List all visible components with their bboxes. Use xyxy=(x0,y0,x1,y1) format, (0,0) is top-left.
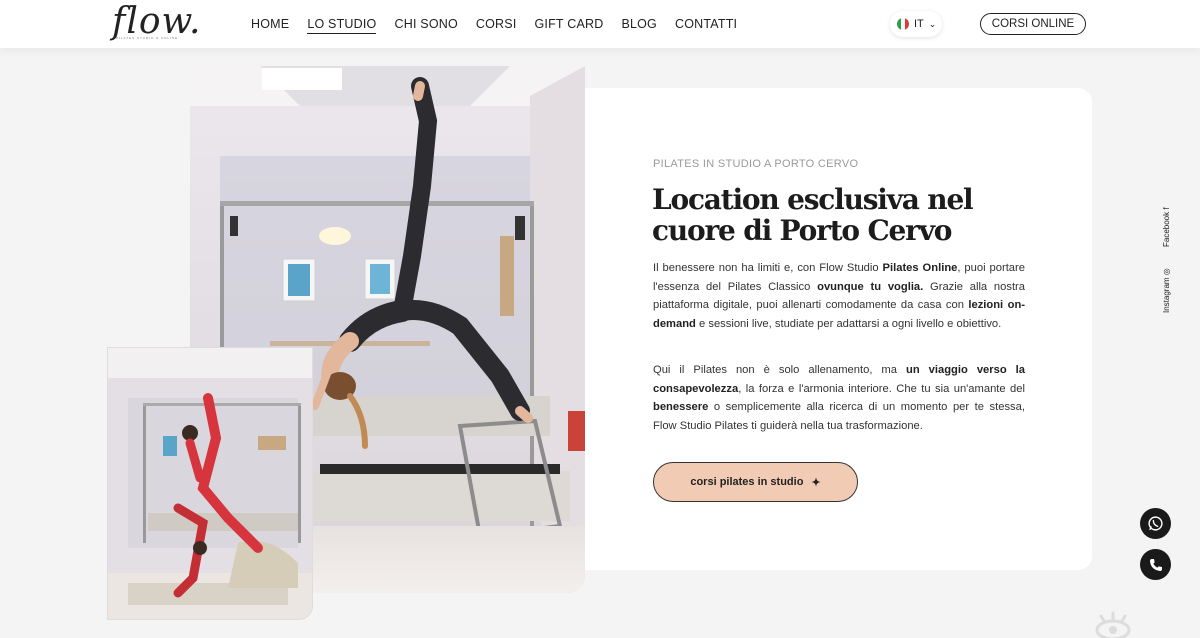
facebook-link[interactable]: Facebook f xyxy=(1162,207,1171,247)
phone-icon xyxy=(1149,558,1162,571)
facebook-icon: f xyxy=(1162,207,1171,210)
nav-home[interactable]: HOME xyxy=(251,15,289,34)
logo-tagline: PILATES STUDIO & ONLINE xyxy=(116,36,179,40)
chevron-down-icon: ⌄ xyxy=(928,18,937,29)
bold-text: Pilates Online xyxy=(882,262,958,274)
section-title: Location esclusiva nel cuore di Porto Ce… xyxy=(652,183,974,247)
language-label: IT xyxy=(914,18,924,30)
main-nav: HOME LO STUDIO CHI SONO CORSI GIFT CARD … xyxy=(251,15,737,34)
text-run: Qui il Pilates non è solo allenamento, m… xyxy=(653,364,906,376)
nav-blog[interactable]: BLOG xyxy=(621,15,657,34)
instagram-label: Instagram xyxy=(1162,277,1171,313)
phone-button[interactable] xyxy=(1140,549,1171,580)
nav-chi-sono[interactable]: CHI SONO xyxy=(394,15,457,34)
philosophy-paragraph: Qui il Pilates non è solo allenamento, m… xyxy=(653,361,1025,435)
site-header: flow. PILATES STUDIO & ONLINE HOME LO ST… xyxy=(0,0,1200,48)
facebook-label: Facebook xyxy=(1162,211,1171,247)
sparkle-icon: ✦ xyxy=(811,476,821,489)
instagram-icon: ◎ xyxy=(1162,268,1171,276)
text-run: o semplicemente alla ricerca di un momen… xyxy=(653,401,1025,432)
nav-gift-card[interactable]: GIFT CARD xyxy=(535,15,604,34)
section-eyebrow: PILATES IN STUDIO A PORTO CERVO xyxy=(653,158,859,170)
bold-text: ovunque tu voglia. xyxy=(817,280,924,293)
corsi-online-button[interactable]: CORSI ONLINE xyxy=(980,13,1086,35)
nav-lo-studio[interactable]: LO STUDIO xyxy=(307,15,377,34)
whatsapp-button[interactable] xyxy=(1140,508,1171,539)
pilates-duo-illustration xyxy=(108,348,312,619)
text-run: e sessioni live, studiate per adattarsi … xyxy=(695,317,1002,330)
text-run: Il benessere non ha limiti e, con Flow S… xyxy=(653,262,883,274)
decorative-eye-icon xyxy=(1095,611,1131,638)
nav-contatti[interactable]: CONTATTI xyxy=(675,15,737,34)
language-switcher[interactable]: IT ⌄ xyxy=(890,11,942,37)
nav-corsi[interactable]: CORSI xyxy=(476,15,517,34)
cta-label: corsi pilates in studio xyxy=(690,476,804,488)
studio-photo-secondary xyxy=(107,347,313,620)
bold-text: benessere xyxy=(653,401,709,414)
social-links: Facebook f Instagram ◎ xyxy=(1162,195,1176,315)
whatsapp-icon xyxy=(1148,516,1163,531)
intro-paragraph: Il benessere non ha limiti e, con Flow S… xyxy=(653,259,1025,333)
instagram-link[interactable]: Instagram ◎ xyxy=(1162,268,1171,313)
corsi-studio-button[interactable]: corsi pilates in studio ✦ xyxy=(653,462,858,502)
text-run: , la forza e l'armonia interiore. Che tu… xyxy=(738,382,1025,395)
italy-flag-icon xyxy=(897,18,909,30)
